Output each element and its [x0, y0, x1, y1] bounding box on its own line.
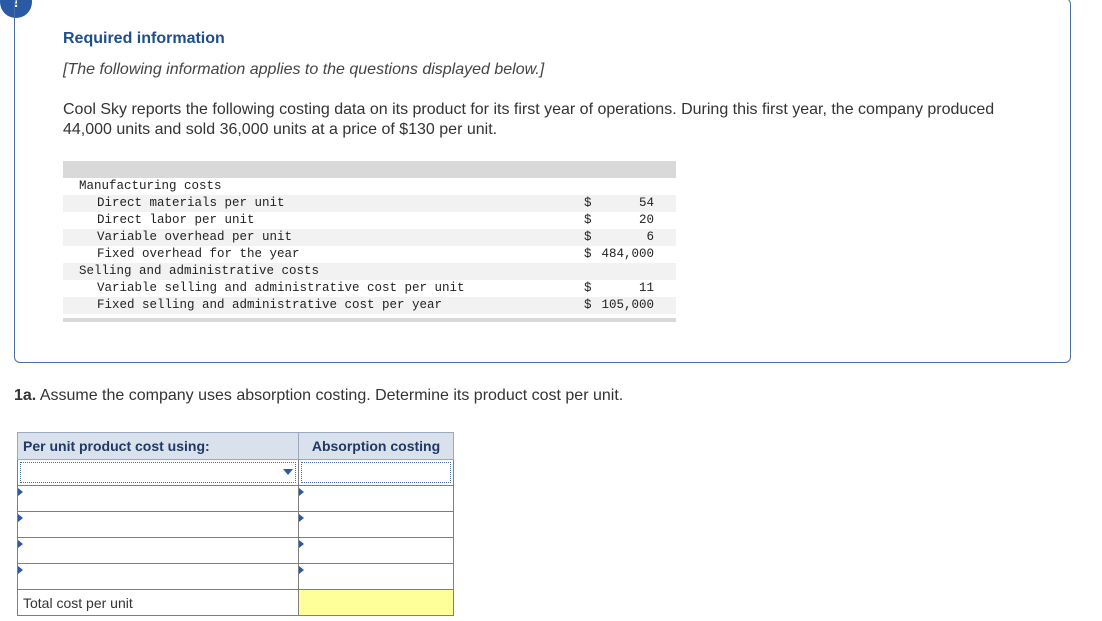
dollar-sign: $: [584, 247, 592, 261]
row-amount: 54: [638, 196, 654, 210]
dollar-sign: $: [584, 196, 592, 210]
chevron-down-icon[interactable]: [283, 469, 293, 475]
row-label: Fixed selling and administrative cost pe…: [97, 298, 443, 312]
row-marker-icon: [299, 514, 304, 522]
question-number: 1a.: [14, 387, 37, 404]
table-row: Direct labor per unit $ 20: [63, 212, 676, 229]
amount-input[interactable]: [298, 459, 454, 486]
row-amount: 20: [638, 213, 654, 227]
table-row: Manufacturing costs: [63, 178, 676, 195]
dropdown-field[interactable]: [20, 462, 296, 483]
row-marker-icon: [299, 540, 304, 548]
question-1a: 1a. Assume the company uses absorption c…: [14, 387, 623, 405]
amount-input[interactable]: [298, 563, 454, 590]
table-row: Direct materials per unit $ 54: [63, 195, 676, 212]
answer-table: Per unit product cost using: Absorption …: [17, 432, 454, 616]
row-marker-icon: [18, 540, 23, 548]
table-row: Fixed selling and administrative cost pe…: [63, 297, 676, 314]
row-label: Direct labor per unit: [97, 213, 255, 227]
question-text: Assume the company uses absorption costi…: [36, 387, 624, 404]
header-per-unit-cost: Per unit product cost using:: [17, 432, 299, 460]
row-amount: 105,000: [601, 298, 654, 312]
row-marker-icon: [299, 488, 304, 496]
dollar-sign: $: [584, 298, 592, 312]
table-row: Variable selling and administrative cost…: [63, 280, 676, 297]
cost-item-dropdown[interactable]: [17, 459, 299, 486]
amount-input[interactable]: [298, 537, 454, 564]
dollar-sign: $: [584, 213, 592, 227]
dollar-sign: $: [584, 281, 592, 295]
row-label: Manufacturing costs: [79, 179, 222, 193]
cost-item-dropdown[interactable]: [17, 485, 299, 512]
table-bottom-band: [63, 318, 676, 322]
amount-input[interactable]: [298, 485, 454, 512]
row-marker-icon: [299, 566, 304, 574]
row-label: Fixed overhead for the year: [97, 247, 300, 261]
row-amount: 6: [646, 230, 654, 244]
table-row: Selling and administrative costs: [63, 263, 676, 280]
row-marker-icon: [18, 488, 23, 496]
row-marker-icon: [18, 566, 23, 574]
row-label: Variable selling and administrative cost…: [97, 281, 465, 295]
row-label: Variable overhead per unit: [97, 230, 293, 244]
intro-paragraph: Cool Sky reports the following costing d…: [63, 101, 995, 138]
row-amount: 484,000: [601, 247, 654, 261]
amount-input-field[interactable]: [301, 462, 451, 483]
amount-input[interactable]: [298, 511, 454, 538]
row-amount: 11: [638, 281, 654, 295]
table-row: Fixed overhead for the year $ 484,000: [63, 246, 676, 263]
row-label: Selling and administrative costs: [79, 264, 320, 278]
required-info-title: Required information: [63, 30, 225, 47]
row-label: Direct materials per unit: [97, 196, 285, 210]
row-marker-icon: [18, 514, 23, 522]
cost-item-dropdown[interactable]: [17, 537, 299, 564]
total-cost-label: Total cost per unit: [17, 589, 299, 616]
total-cost-value: [298, 589, 454, 616]
header-absorption-costing: Absorption costing: [298, 432, 454, 460]
dollar-sign: $: [584, 230, 592, 244]
cost-item-dropdown[interactable]: [17, 511, 299, 538]
cost-item-dropdown[interactable]: [17, 563, 299, 590]
required-info-subtitle: [The following information applies to th…: [63, 61, 545, 78]
table-row: Variable overhead per unit $ 6: [63, 229, 676, 246]
table-top-band: [63, 161, 676, 178]
cost-data-table: Manufacturing costs Direct materials per…: [63, 161, 676, 322]
